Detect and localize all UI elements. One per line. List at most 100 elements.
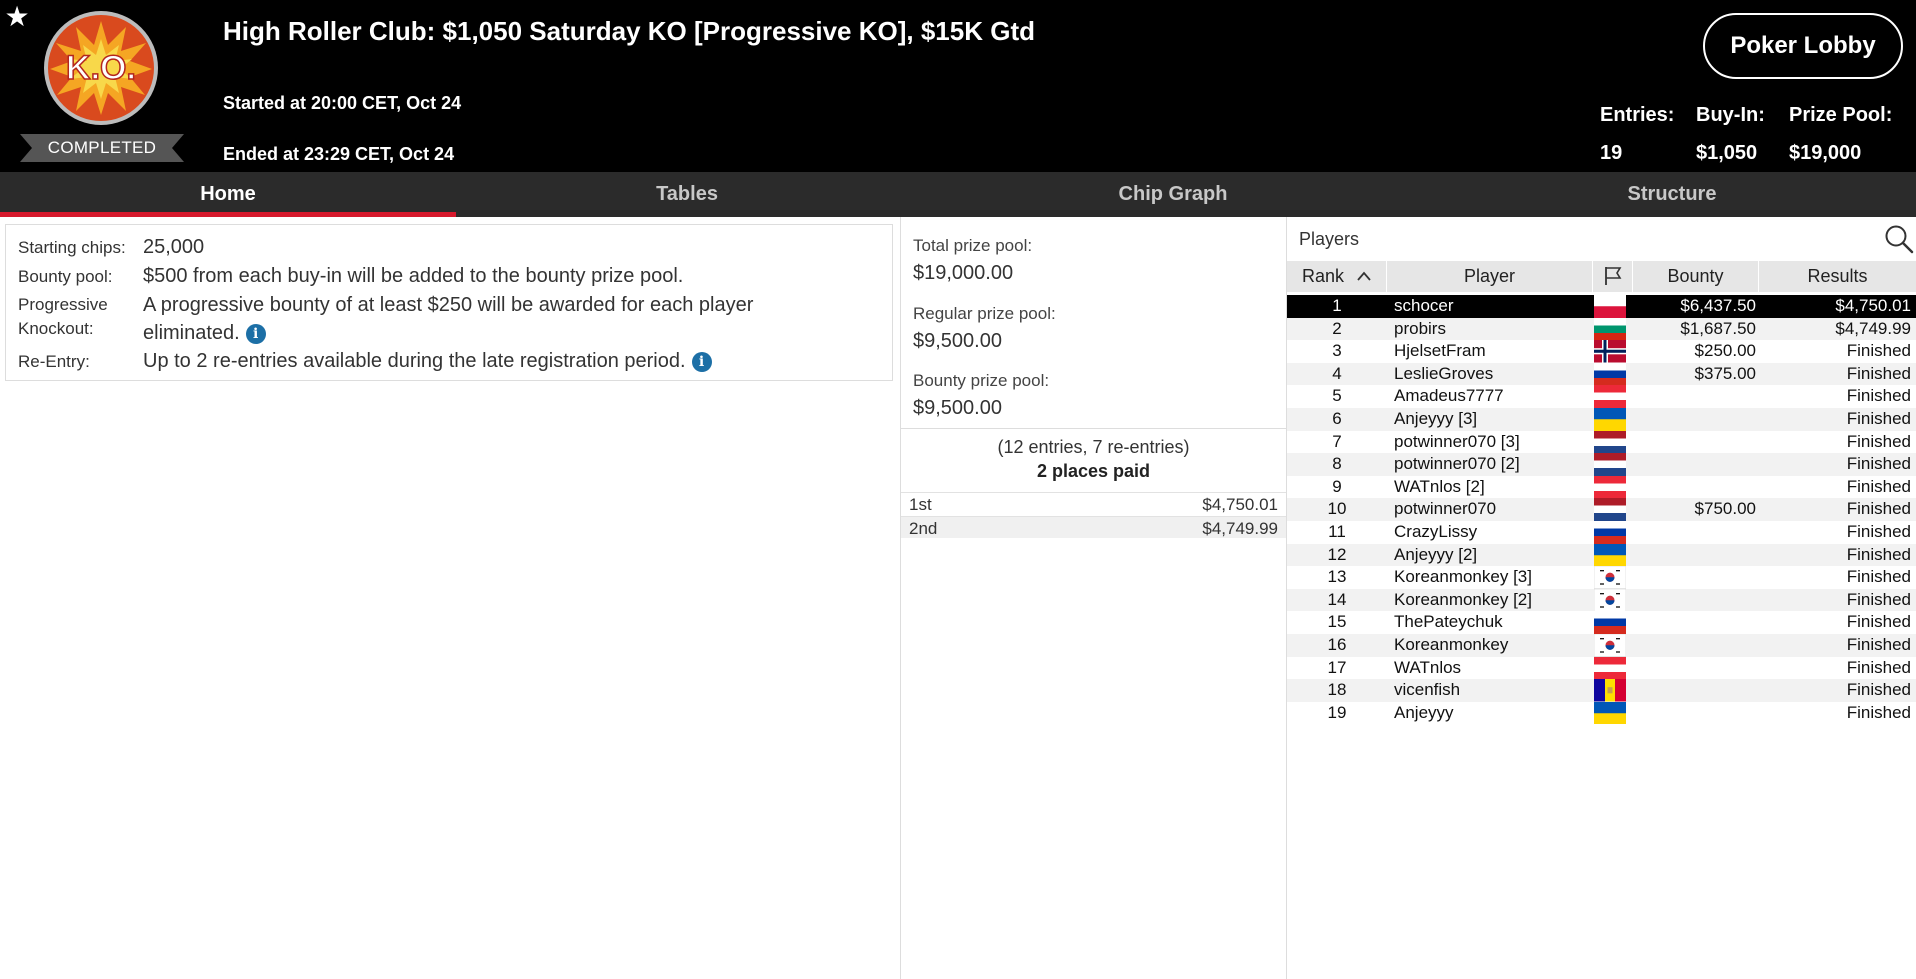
- player-row[interactable]: 15 ThePateychuk Finished: [1287, 611, 1916, 634]
- player-row[interactable]: 4 LeslieGroves $375.00 Finished: [1287, 362, 1916, 386]
- player-row[interactable]: 13 Koreanmonkey [3] Finished: [1287, 566, 1916, 589]
- player-result: Finished: [1846, 612, 1911, 632]
- player-rank: 5: [1332, 386, 1342, 406]
- player-row[interactable]: 18 vicenfish Finished: [1287, 679, 1916, 702]
- progressive-knockout-value-text: eliminated.: [143, 322, 240, 344]
- status-badge: COMPLETED: [20, 134, 184, 162]
- country-flag-icon: [1594, 362, 1626, 386]
- reentry-value: Up to 2 re-entries available during the …: [143, 347, 873, 375]
- player-rank: 8: [1332, 454, 1342, 474]
- player-row[interactable]: 14 Koreanmonkey [2] Finished: [1287, 588, 1916, 612]
- player-rank: 3: [1332, 341, 1342, 361]
- player-name: Koreanmonkey: [1394, 635, 1509, 654]
- player-row[interactable]: 2 probirs $1,687.50 $4,749.99: [1287, 317, 1916, 341]
- player-row[interactable]: 9 WATnlos [2] Finished: [1287, 475, 1916, 499]
- column-divider: [900, 217, 901, 979]
- country-flag-icon: [1594, 475, 1626, 499]
- player-name: potwinner070 [2]: [1394, 454, 1520, 474]
- column-header-rank[interactable]: Rank: [1287, 261, 1387, 292]
- buy-in-value: $1,050: [1696, 142, 1758, 164]
- country-flag-icon: [1594, 611, 1626, 634]
- column-header-player[interactable]: Player: [1387, 261, 1593, 292]
- player-row[interactable]: 6 Anjeyyy [3] Finished: [1287, 408, 1916, 431]
- players-title: Players: [1299, 229, 1360, 249]
- player-row[interactable]: 10 potwinner070 $750.00 Finished: [1287, 498, 1916, 521]
- tab-tables[interactable]: Tables: [456, 172, 918, 217]
- bounty-pool-value: $500 from each buy-in will be added to t…: [143, 265, 684, 287]
- player-row[interactable]: 7 potwinner070 [3] Finished: [1287, 430, 1916, 454]
- player-result: $4,749.99: [1835, 318, 1911, 338]
- flag-icon: [1604, 267, 1621, 285]
- player-rank: 14: [1327, 589, 1347, 609]
- country-flag-icon: [1594, 588, 1626, 612]
- player-result: Finished: [1846, 635, 1911, 654]
- column-header-bounty[interactable]: Bounty: [1633, 261, 1759, 292]
- progressive-knockout-value-line1: A progressive bounty of at least $250 wi…: [143, 294, 754, 316]
- country-flag-icon: [1594, 340, 1626, 363]
- player-rank: 9: [1332, 476, 1342, 496]
- column-header-results[interactable]: Results: [1759, 261, 1916, 292]
- player-result: Finished: [1846, 702, 1911, 722]
- player-row[interactable]: 19 Anjeyyy Finished: [1287, 701, 1916, 725]
- payout-amount: $4,750.01: [1202, 495, 1278, 514]
- total-prize-pool-value: $19,000.00: [913, 262, 1014, 284]
- player-row[interactable]: 12 Anjeyyy [2] Finished: [1287, 543, 1916, 567]
- player-name: Koreanmonkey [3]: [1394, 567, 1532, 587]
- player-name: Anjeyyy [3]: [1394, 409, 1478, 428]
- tab-home[interactable]: Home: [0, 172, 456, 217]
- player-name: ThePateychuk: [1394, 612, 1503, 632]
- tab-structure[interactable]: Structure: [1428, 172, 1916, 217]
- player-row[interactable]: 5 Amadeus7777 Finished: [1287, 385, 1916, 408]
- player-result: Finished: [1846, 386, 1911, 406]
- country-flag-icon: [1594, 295, 1626, 318]
- player-name: vicenfish: [1394, 680, 1461, 700]
- player-name: WATnlos [2]: [1394, 476, 1485, 496]
- info-icon[interactable]: i: [245, 324, 266, 344]
- search-icon[interactable]: [1883, 223, 1915, 255]
- regular-prize-pool-value: $9,500.00: [913, 330, 1002, 352]
- tournament-header: ★ K.O. COMPLETED High Roller Club: $1,05…: [0, 0, 1916, 172]
- payout-row: 2nd $4,749.99: [901, 516, 1286, 538]
- payout-place: 1st: [909, 495, 932, 514]
- player-row[interactable]: 1 schocer $6,437.50 $4,750.01: [1287, 295, 1916, 318]
- player-result: Finished: [1846, 499, 1911, 519]
- player-bounty: $375.00: [1694, 363, 1756, 383]
- player-bounty: $250.00: [1694, 341, 1756, 361]
- player-row[interactable]: 11 CrazyLissy Finished: [1287, 521, 1916, 544]
- player-row[interactable]: 16 Koreanmonkey Finished: [1287, 634, 1916, 657]
- player-result: Finished: [1846, 657, 1911, 677]
- payout-amount: $4,749.99: [1202, 519, 1278, 538]
- reentry-label: Re-Entry:: [18, 352, 90, 371]
- end-time: Ended at 23:29 CET, Oct 24: [223, 144, 455, 164]
- bounty-pool-label: Bounty pool:: [18, 267, 113, 286]
- status-badge-label: COMPLETED: [47, 138, 157, 157]
- player-name: Amadeus7777: [1394, 386, 1504, 406]
- player-name: Anjeyyy: [1394, 702, 1454, 722]
- poker-lobby-button[interactable]: Poker Lobby: [1703, 13, 1903, 79]
- column-header-flag[interactable]: [1593, 261, 1633, 292]
- player-row[interactable]: 17 WATnlos Finished: [1287, 656, 1916, 680]
- player-result: Finished: [1846, 476, 1911, 496]
- tab-chip-graph[interactable]: Chip Graph: [918, 172, 1428, 217]
- country-flag-icon: [1594, 317, 1626, 341]
- reentry-value-text: Up to 2 re-entries available during the …: [143, 350, 686, 372]
- player-name: potwinner070 [3]: [1394, 431, 1520, 451]
- player-result: Finished: [1846, 589, 1911, 609]
- player-row[interactable]: 3 HjelsetFram $250.00 Finished: [1287, 340, 1916, 363]
- favorite-star-icon[interactable]: ★: [2, 2, 32, 32]
- payout-place: 2nd: [909, 519, 938, 538]
- places-paid: 2 places paid: [1036, 461, 1151, 481]
- player-name: probirs: [1394, 318, 1446, 338]
- progressive-knockout-label-line1: Progressive: [18, 295, 108, 314]
- bounty-prize-pool-value: $9,500.00: [913, 397, 1002, 419]
- players-header: Players: [1287, 219, 1916, 259]
- country-flag-icon: [1594, 634, 1626, 657]
- tournament-info-panel: Starting chips: 25,000 Bounty pool: $500…: [5, 224, 893, 381]
- player-row[interactable]: 8 potwinner070 [2] Finished: [1287, 453, 1916, 476]
- info-icon[interactable]: i: [691, 352, 712, 372]
- country-flag-icon: [1594, 566, 1626, 589]
- player-result: Finished: [1846, 363, 1911, 383]
- country-flag-icon: [1594, 656, 1626, 680]
- country-flag-icon: [1594, 408, 1626, 431]
- bounty-prize-pool-label: Bounty prize pool:: [913, 371, 1050, 390]
